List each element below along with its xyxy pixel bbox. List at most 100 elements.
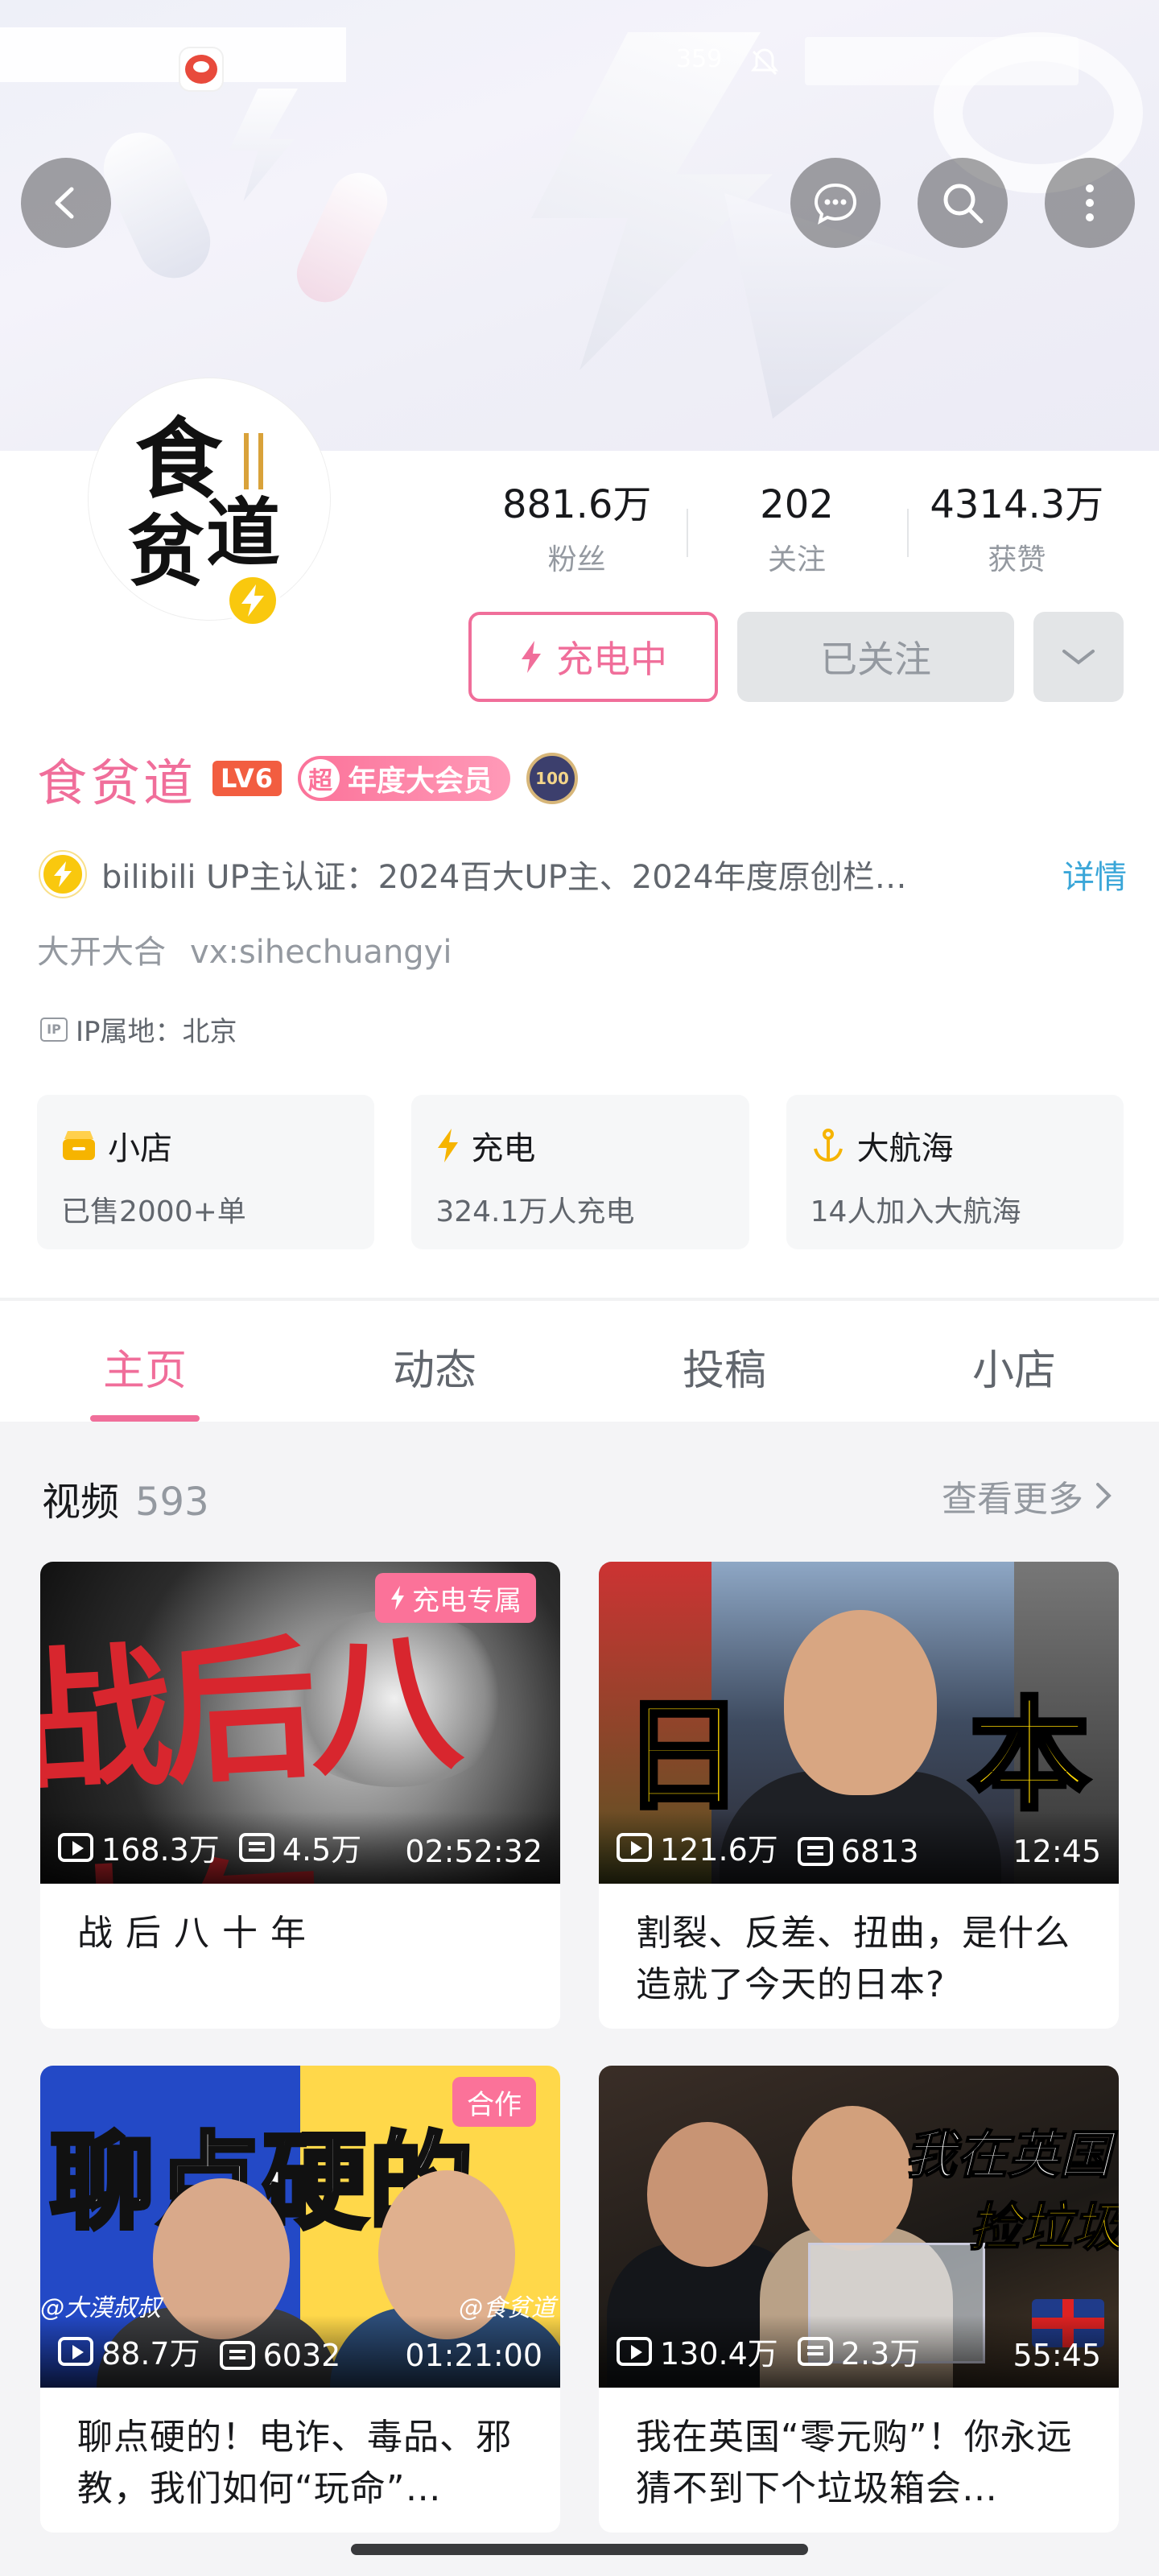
medal-badge[interactable]: 100 <box>526 753 579 804</box>
verification-text: bilibili UP主认证：2024百大UP主、2024年度原创栏… <box>101 859 907 896</box>
thumbnail-text: 本 <box>967 1684 1092 1829</box>
card-charge[interactable]: 充电 324.1万人充电 <box>411 1095 749 1249</box>
avatar-logo: 食 贫 道 <box>111 401 307 597</box>
status-number: 359 <box>676 45 723 73</box>
card-subtitle: 324.1万人充电 <box>435 1195 635 1228</box>
more-vertical-icon <box>1086 184 1094 221</box>
lightning-icon <box>438 1129 459 1162</box>
play-count-icon <box>617 2336 652 2366</box>
stat-value: 4314.3万 <box>930 482 1104 527</box>
play-count-icon <box>58 2336 93 2366</box>
message-button[interactable] <box>790 158 881 248</box>
danmaku-icon <box>219 2341 255 2370</box>
vip-label: 年度大会员 <box>348 765 493 798</box>
stat-value: 881.6万 <box>501 482 652 527</box>
avatar-char: 道 <box>206 489 280 576</box>
stat-value: 202 <box>760 482 834 527</box>
thumbnail-text: 日 <box>621 1684 746 1829</box>
anchor-icon <box>813 1129 843 1162</box>
charge-exclusive-tag: 充电专属 <box>375 1573 536 1623</box>
card-guard[interactable]: 大航海 14人加入大航海 <box>786 1095 1124 1249</box>
video-title: 聊点硬的！电诈、毒品、邪教，我们如何“玩命”… <box>77 2417 512 2509</box>
video-meta: 88.7万 6032 01:21:00 <box>40 2315 560 2388</box>
home-indicator[interactable] <box>351 2544 808 2555</box>
tab-uploads[interactable]: 投稿 <box>580 1301 869 1422</box>
username: 食贫道 <box>37 753 197 812</box>
tab-shop[interactable]: 小店 <box>869 1301 1159 1422</box>
username-row: 食贫道 LV6 超 年度大会员 100 <box>37 742 579 815</box>
message-icon <box>814 183 857 225</box>
danmaku-count: 6032 <box>262 2338 341 2373</box>
view-count: 121.6万 <box>660 1832 778 1868</box>
video-title: 割裂、反差、扭曲，是什么造就了今天的日本? <box>636 1913 1070 2005</box>
collab-tag: 合作 <box>452 2077 536 2127</box>
avatar[interactable]: 食 贫 道 <box>89 378 330 620</box>
card-subtitle: 14人加入大航海 <box>810 1195 1021 1228</box>
lightning-icon <box>522 641 541 673</box>
details-link[interactable]: 详情 <box>1062 851 1127 898</box>
profile-stats: 881.6万 粉丝 202 关注 4314.3万 获赞 <box>467 477 1127 589</box>
charge-button[interactable]: 充电中 <box>468 612 718 702</box>
card-title: 充电 <box>471 1130 536 1167</box>
ip-icon: IP <box>40 1017 68 1042</box>
video-duration: 02:52:32 <box>405 1834 542 1869</box>
verified-lightning-icon <box>40 852 85 897</box>
tag-label: 合作 <box>467 2088 522 2121</box>
videos-count: 593 <box>135 1480 209 1525</box>
stat-label: 获赞 <box>988 543 1046 576</box>
lightning-icon <box>391 1586 404 1610</box>
card-subtitle: 已售2000+单 <box>61 1195 246 1228</box>
status-bar-left <box>0 27 346 82</box>
status-bar-right <box>805 37 1079 85</box>
video-meta: 168.3万 4.5万 02:52:32 <box>40 1811 560 1884</box>
video-card[interactable]: 聊点硬的 @大漠叔叔 @食贫道 合作 88.7万 6032 01:21:00 聊… <box>40 2066 560 2533</box>
thumbnail-face <box>792 2106 913 2251</box>
ip-location: IP IP属地：北京 <box>40 1009 237 1049</box>
video-card[interactable]: 战后八十年 充电专属 168.3万 4.5万 02:52:32 战 后 八 十 … <box>40 1562 560 2029</box>
thumbnail-text: 捡垃圾 <box>968 2198 1119 2259</box>
danmaku-icon <box>797 1837 833 1866</box>
tab-home[interactable]: 主页 <box>0 1301 290 1422</box>
search-button[interactable] <box>918 158 1008 248</box>
vip-super-icon: 超 <box>301 759 340 798</box>
verification-row[interactable]: bilibili UP主认证：2024百大UP主、2024年度原创栏… 详情 <box>40 842 1127 906</box>
stat-fans[interactable]: 881.6万 粉丝 <box>467 477 687 589</box>
video-thumbnail: 聊点硬的 @大漠叔叔 @食贫道 合作 88.7万 6032 01:21:00 <box>40 2066 560 2388</box>
danmaku-count: 2.3万 <box>840 2336 921 2372</box>
stat-label: 粉丝 <box>547 543 606 576</box>
video-duration: 01:21:00 <box>405 2338 542 2373</box>
view-count: 88.7万 <box>101 2336 200 2372</box>
stat-likes[interactable]: 4314.3万 获赞 <box>906 477 1127 589</box>
vip-badge[interactable]: 超 年度大会员 <box>298 756 511 801</box>
video-card[interactable]: 我在英国 捡垃圾 130.4万 2.3万 55:45 我在英国“零元购”！你永远… <box>599 2066 1119 2533</box>
card-shop[interactable]: 小店 已售2000+单 <box>37 1095 375 1249</box>
videos-section: 视频 593 查看更多 战后八十年 充电专属 168.3万 4.5万 02:52:… <box>0 1422 1159 2576</box>
video-title: 我在英国“零元购”！你永远猜不到下个垃圾箱会… <box>636 2417 1073 2509</box>
thumbnail-face <box>784 1610 937 1795</box>
chevron-right-icon <box>1096 1483 1112 1509</box>
play-count-icon <box>58 1832 93 1862</box>
danmaku-icon <box>238 1832 274 1862</box>
video-thumbnail: 日 本 121.6万 6813 12:45 <box>599 1562 1119 1884</box>
stat-following[interactable]: 202 关注 <box>687 477 906 589</box>
status-bar: 359 <box>0 0 1159 90</box>
card-title: 大航海 <box>856 1130 954 1167</box>
video-thumbnail: 战后八十年 充电专属 168.3万 4.5万 02:52:32 <box>40 1562 560 1884</box>
followed-button[interactable]: 已关注 <box>737 612 1014 702</box>
videos-title: 视频 <box>42 1480 120 1525</box>
back-button[interactable] <box>21 158 111 248</box>
video-meta: 121.6万 6813 12:45 <box>599 1811 1119 1884</box>
see-more-link[interactable]: 查看更多 <box>942 1470 1114 1521</box>
more-button[interactable] <box>1045 158 1135 248</box>
tab-dynamic[interactable]: 动态 <box>290 1301 580 1422</box>
charge-button-label: 充电中 <box>556 638 667 681</box>
view-count: 130.4万 <box>660 2336 778 2372</box>
video-thumbnail: 我在英国 捡垃圾 130.4万 2.3万 55:45 <box>599 2066 1119 2388</box>
video-meta: 130.4万 2.3万 55:45 <box>599 2315 1119 2388</box>
chevron-down-icon <box>1062 650 1095 665</box>
bio-text: 大开大合 <box>37 934 166 971</box>
video-card[interactable]: 日 本 121.6万 6813 12:45 割裂、反差、扭曲，是什么造就了今天的… <box>599 1562 1119 2029</box>
more-options-dropdown[interactable] <box>1033 612 1124 702</box>
danmaku-icon <box>797 2336 833 2366</box>
thumbnail-text: 我在英国 <box>904 2125 1112 2186</box>
